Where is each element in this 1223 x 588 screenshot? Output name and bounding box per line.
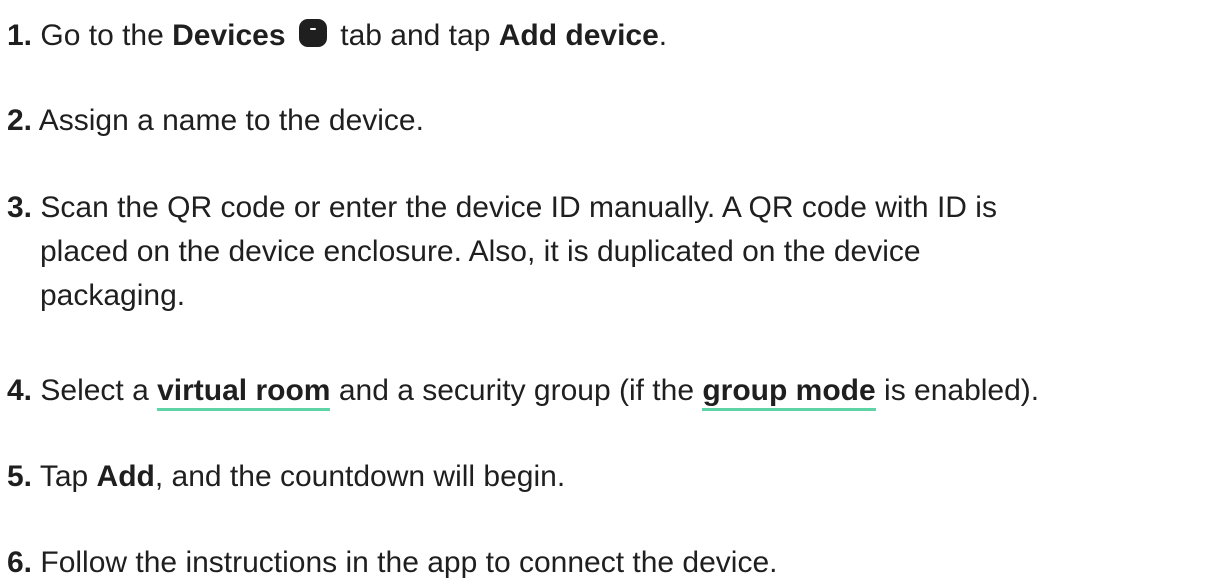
add-device-label: Add device — [498, 19, 659, 52]
step-text: . — [658, 19, 668, 52]
step-text: Tap — [39, 460, 97, 493]
step-text-line-3: packaging. — [40, 279, 186, 312]
step-6: 6. Follow the instructions in the app to… — [7, 541, 777, 585]
step-number: 6. — [7, 546, 33, 579]
step-text: is enabled). — [875, 374, 1040, 407]
virtual-room-link[interactable]: virtual room — [157, 374, 331, 411]
step-text: Assign a name to the device. — [38, 104, 424, 137]
step-text: , and the countdown will begin. — [154, 460, 566, 493]
step-text: Follow the instructions in the app to co… — [40, 546, 778, 579]
step-text: Go to the — [40, 19, 173, 52]
step-5: 5. Tap Add, and the countdown will begin… — [7, 455, 565, 499]
devices-tab-label: Devices — [172, 19, 286, 52]
step-number: 3. — [7, 191, 33, 224]
step-number: 2. — [7, 104, 33, 137]
step-1: 1. Go to the Devices tab and tap Add dev… — [7, 14, 667, 58]
step-text-line-2: placed on the device enclosure. Also, it… — [40, 235, 921, 268]
step-text: Select a — [40, 374, 158, 407]
step-text: and a security group (if the — [330, 374, 703, 407]
step-number: 5. — [7, 460, 33, 493]
step-2: 2. Assign a name to the device. — [7, 99, 424, 143]
step-4: 4. Select a virtual room and a security … — [7, 369, 1039, 413]
step-3: 3. Scan the QR code or enter the device … — [7, 186, 997, 318]
step-number: 4. — [7, 374, 33, 407]
step-number: 1. — [7, 19, 33, 52]
devices-tab-icon — [298, 19, 327, 47]
step-text: tab and tap — [331, 19, 499, 52]
step-text-line-1: Scan the QR code or enter the device ID … — [40, 191, 997, 224]
add-label: Add — [96, 460, 155, 493]
group-mode-link[interactable]: group mode — [702, 374, 876, 411]
